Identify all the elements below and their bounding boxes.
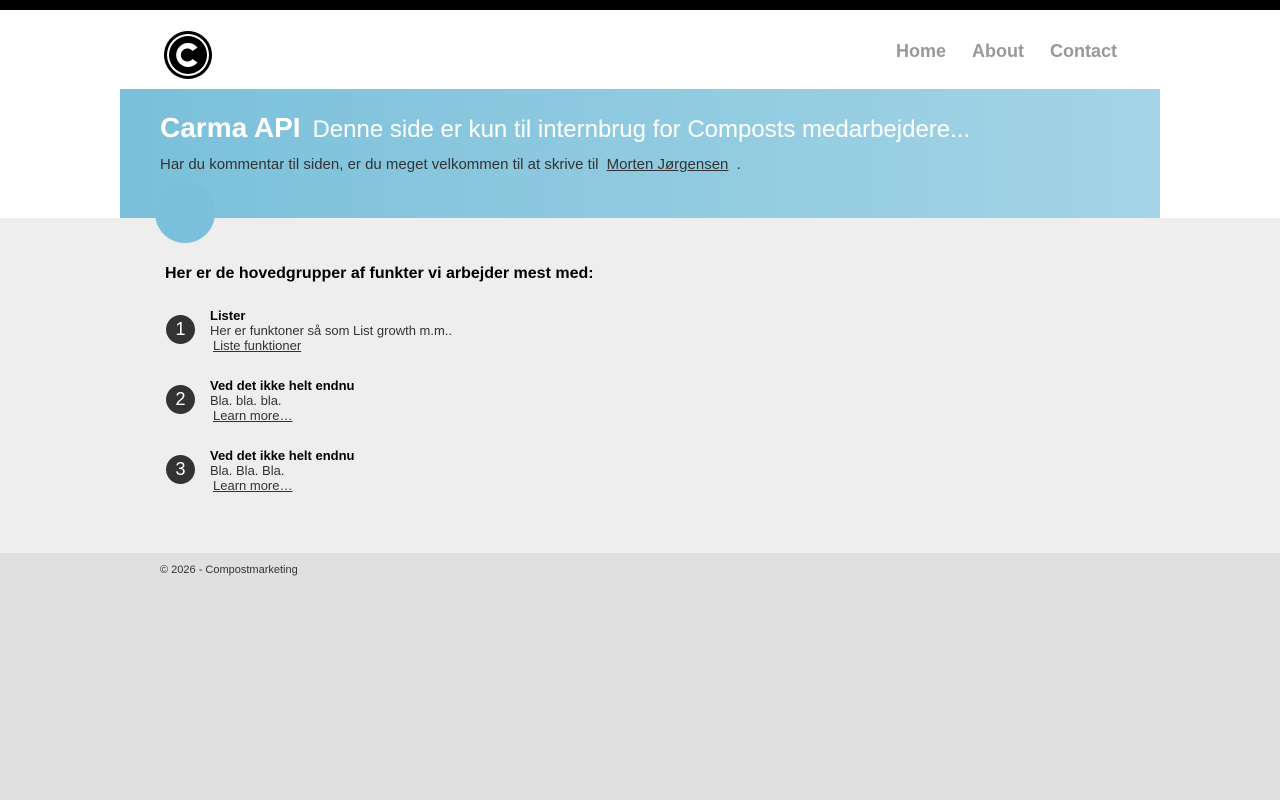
hero-text-body: Har du kommentar til siden, er du meget … [160,156,599,173]
number-1-icon: 1 [166,315,195,344]
feature-description: Her er funktoner så som List growth m.m.… [210,323,453,338]
site-header: Home About Contact [0,10,1280,89]
feature-description: Bla. bla. bla. [210,393,282,408]
hero-text-period: . [736,156,741,173]
contact-person-link[interactable]: Morten Jørgensen [607,156,729,173]
site-logo-icon[interactable] [163,30,213,80]
hero-subtitle: Denne side er kun til internbrug for Com… [312,116,971,143]
feature-title: Ved det ikke helt endnu [210,378,355,393]
nav-home-link[interactable]: Home [896,41,946,62]
feature-title: Ved det ikke helt endnu [210,448,355,463]
hero-title: Carma API [160,112,301,143]
hero-text: Har du kommentar til siden, er du meget … [160,156,741,173]
main-content: Her er de hovedgrupper af funkter vi arb… [0,183,1280,553]
feature-item: 3 Ved det ikke helt endnu Bla. Bla. Bla.… [165,448,765,498]
hero-heading: Carma API Denne side er kun til internbr… [160,108,970,145]
feature-item: 2 Ved det ikke helt endnu Bla. bla. bla.… [165,378,765,428]
hero-banner: Carma API Denne side er kun til internbr… [120,89,1160,218]
top-bar [0,0,1280,10]
feature-title: Lister [210,308,246,323]
feature-link[interactable]: Learn more… [213,478,292,493]
feature-description: Bla. Bla. Bla. [210,463,285,478]
feature-link[interactable]: Liste funktioner [213,338,301,353]
section-heading: Her er de hovedgrupper af funkter vi arb… [165,265,594,282]
number-2-icon: 2 [166,385,195,414]
main-nav: Home About Contact [896,41,1117,62]
feature-link[interactable]: Learn more… [213,408,292,423]
site-footer: © 2026 - Compostmarketing [0,553,1280,800]
nav-contact-link[interactable]: Contact [1050,41,1117,62]
copyright-text: © 2026 - Compostmarketing [160,564,298,576]
nav-about-link[interactable]: About [972,41,1024,62]
decorative-bubble [155,183,215,243]
feature-item: 1 Lister Her er funktoner så som List gr… [165,308,765,358]
number-3-icon: 3 [166,455,195,484]
